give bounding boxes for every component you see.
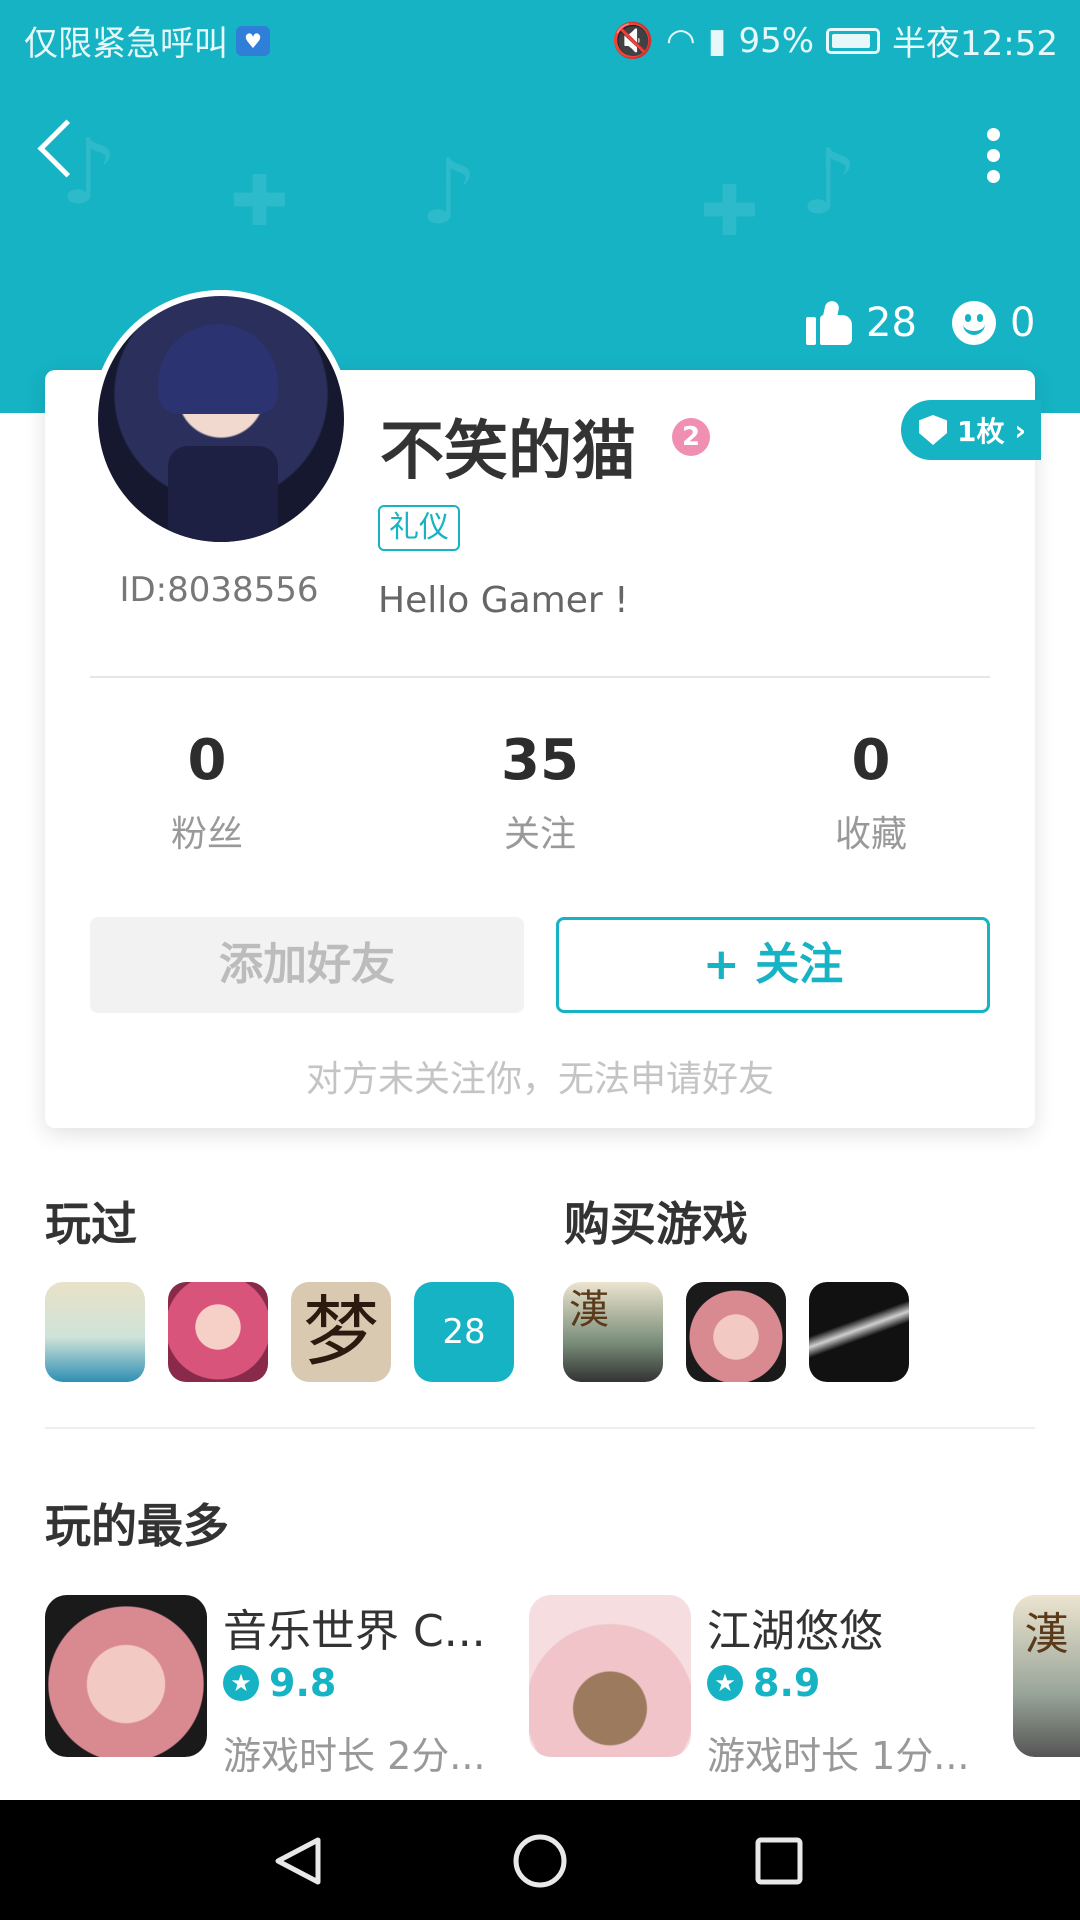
- thumbs-up-icon: [806, 299, 852, 345]
- nav-back-icon[interactable]: [275, 1837, 321, 1885]
- gamepad-decoration: ✚: [230, 160, 289, 242]
- level-badge: 2: [672, 418, 710, 456]
- played-game-icon[interactable]: 梦: [291, 1282, 391, 1382]
- star-icon: [223, 1665, 259, 1701]
- like-count: 28: [866, 300, 917, 346]
- user-tag: 礼仪: [378, 505, 460, 551]
- badge-count-label: 1枚: [957, 415, 1005, 448]
- clock: 半夜12:52: [892, 24, 1058, 64]
- nav-home-icon[interactable]: [513, 1834, 567, 1888]
- shield-star-icon: [919, 415, 947, 445]
- gamepad-decoration: ✚: [700, 170, 759, 252]
- stat-fans[interactable]: 0 粉丝: [107, 725, 307, 857]
- most-played-title: 玩的最多: [45, 1499, 229, 1553]
- rating-value: 9.8: [269, 1661, 337, 1705]
- friend-hint: 对方未关注你，无法申请好友: [305, 1059, 774, 1100]
- username: 不笑的猫: [380, 415, 636, 489]
- smile-counter[interactable]: 0: [952, 300, 1035, 346]
- game-icon: [45, 1595, 207, 1757]
- played-title: 玩过: [45, 1197, 137, 1251]
- nav-recents-icon[interactable]: [755, 1837, 803, 1885]
- smile-count: 0: [1010, 300, 1036, 346]
- signal-icon: ▮: [707, 20, 727, 61]
- smile-icon: [952, 301, 996, 345]
- stat-favorites[interactable]: 0 收藏: [771, 725, 971, 857]
- bought-game-icon[interactable]: [686, 1282, 786, 1382]
- like-counter[interactable]: 28: [806, 299, 917, 346]
- game-name: 音乐世界 C...: [223, 1606, 486, 1657]
- heart-icon: ♥: [236, 25, 270, 56]
- wifi-icon: ◠: [666, 20, 696, 61]
- stat-value: 0: [187, 728, 227, 793]
- add-friend-button[interactable]: 添加好友: [90, 917, 524, 1013]
- chevron-right-icon: ›: [1014, 413, 1027, 447]
- more-options-icon[interactable]: [985, 128, 1001, 184]
- game-icon: [529, 1595, 691, 1757]
- star-icon: [707, 1665, 743, 1701]
- battery-percent: 95%: [738, 20, 815, 61]
- game-rating: 9.8: [223, 1661, 336, 1705]
- user-id: ID:8038556: [119, 570, 319, 610]
- status-bar: 仅限紧急呼叫 ♥ 🔇 ◠ ▮ 95% 半夜12:52: [0, 0, 1080, 74]
- divider: [45, 1427, 1035, 1429]
- bought-game-icon[interactable]: 漢: [563, 1282, 663, 1382]
- bought-title: 购买游戏: [564, 1197, 748, 1251]
- game-icon: 漢: [1013, 1595, 1080, 1757]
- mute-icon: 🔇: [611, 20, 655, 61]
- game-name: 江湖悠悠: [707, 1606, 883, 1657]
- stat-label: 收藏: [834, 814, 907, 855]
- avatar[interactable]: [92, 290, 350, 548]
- battery-icon: [826, 27, 881, 54]
- stat-value: 35: [501, 728, 579, 793]
- played-game-icon[interactable]: [168, 1282, 268, 1382]
- stat-value: 0: [851, 728, 891, 793]
- played-game-icon[interactable]: [45, 1282, 145, 1382]
- game-rating: 8.9: [707, 1661, 820, 1705]
- user-bio: Hello Gamer !: [378, 580, 629, 621]
- badge-count-button[interactable]: 1枚 ›: [901, 400, 1041, 460]
- stat-following[interactable]: 35 关注: [440, 725, 640, 857]
- played-more-count[interactable]: 28: [414, 1282, 514, 1382]
- play-time: 游戏时长 2分...: [223, 1734, 486, 1778]
- status-left-text: 仅限紧急呼叫: [24, 24, 228, 64]
- rating-value: 8.9: [753, 1661, 821, 1705]
- stat-label: 关注: [503, 814, 576, 855]
- bought-game-icon[interactable]: [809, 1282, 909, 1382]
- play-time: 游戏时长 1分...: [707, 1734, 970, 1778]
- system-navigation-bar: [0, 1800, 1080, 1920]
- stat-label: 粉丝: [170, 814, 243, 855]
- music-note-decoration: ♪: [800, 130, 858, 235]
- music-note-decoration: ♪: [420, 140, 478, 245]
- follow-button[interactable]: + 关注: [556, 917, 990, 1013]
- divider: [90, 676, 990, 678]
